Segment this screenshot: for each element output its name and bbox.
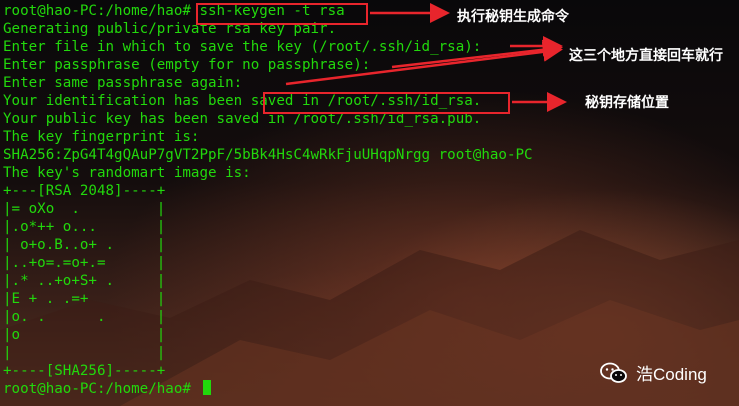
annotation-enter-note: 这三个地方直接回车就行 <box>569 47 723 63</box>
arrow-enter-2 <box>391 39 563 69</box>
annotation-command-note: 执行秘钥生成命令 <box>457 8 569 24</box>
arrow-enter-3 <box>285 41 563 86</box>
wechat-icon <box>600 362 628 384</box>
watermark-text: 浩Coding <box>636 365 707 384</box>
annotation-location-note: 秘钥存储位置 <box>585 94 669 110</box>
watermark: 浩Coding <box>600 360 707 385</box>
